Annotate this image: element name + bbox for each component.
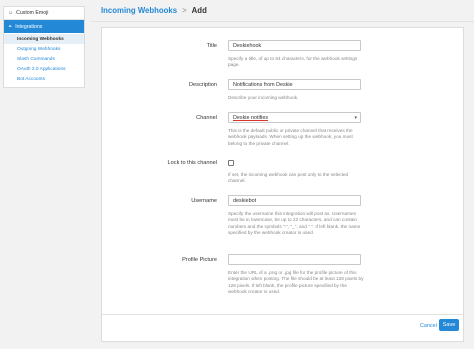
username-help: Specify the username this integration wi…: [228, 211, 361, 236]
cancel-button[interactable]: Cancel: [420, 323, 437, 329]
sidebar-item-bot-accounts[interactable]: Bot Accounts: [4, 74, 84, 84]
webhook-form: Title Specify a title, of up to 64 chara…: [101, 27, 464, 342]
header-divider: [90, 21, 474, 22]
username-label: Username: [191, 198, 217, 204]
profile-picture-help: Enter the URL of a .png or .jpg file for…: [228, 270, 364, 295]
sidebar-category-integrations[interactable]: ⚭ Integrations: [4, 20, 84, 33]
lock-help: If set, the incoming webhook can post on…: [228, 172, 349, 184]
description-help: Describe your incoming webhook.: [228, 95, 299, 100]
save-button[interactable]: Save: [439, 319, 459, 331]
breadcrumb-incoming-webhooks[interactable]: Incoming Webhooks: [101, 6, 177, 15]
sidebar-category-custom-emoji[interactable]: ☺ Custom Emoji: [4, 7, 84, 20]
sidebar: ☺ Custom Emoji ⚭ Integrations Incoming W…: [3, 6, 85, 88]
sidebar-item-oauth-apps[interactable]: OAuth 2.0 Applications: [4, 64, 84, 74]
sidebar-category-label: Custom Emoji: [16, 10, 49, 16]
description-label: Description: [189, 82, 217, 88]
sidebar-item-outgoing-webhooks[interactable]: Outgoing Webhooks: [4, 44, 84, 54]
profile-picture-input[interactable]: [228, 254, 361, 265]
actions-divider: [102, 314, 463, 315]
sidebar-subitems: Incoming Webhooks Outgoing Webhooks Slas…: [4, 33, 84, 87]
channel-selected-value: Deskie notifies: [233, 114, 269, 121]
title-input[interactable]: [228, 40, 361, 51]
title-help: Specify a title, of up to 64 characters,…: [228, 56, 358, 68]
lock-label: Lock to this channel: [167, 160, 217, 166]
breadcrumb: Incoming Webhooks > Add: [101, 6, 207, 15]
page-title: Add: [191, 6, 207, 15]
sidebar-item-slash-commands[interactable]: Slash Commands: [4, 54, 84, 64]
breadcrumb-separator: >: [182, 6, 187, 15]
description-input[interactable]: [228, 79, 361, 90]
lock-checkbox[interactable]: [228, 160, 234, 166]
channel-select[interactable]: Deskie notifies ▾: [228, 112, 361, 123]
username-input[interactable]: [228, 195, 361, 206]
sidebar-category-label: Integrations: [15, 23, 43, 30]
smile-icon: ☺: [8, 10, 14, 16]
channel-help: This is the default public or private ch…: [228, 128, 353, 146]
link-icon: ⚭: [8, 23, 13, 30]
chevron-down-icon: ▾: [354, 115, 357, 121]
channel-label: Channel: [196, 115, 217, 121]
profile-picture-label: Profile Picture: [182, 257, 217, 263]
title-label: Title: [206, 43, 217, 49]
sidebar-item-incoming-webhooks[interactable]: Incoming Webhooks: [4, 34, 84, 44]
